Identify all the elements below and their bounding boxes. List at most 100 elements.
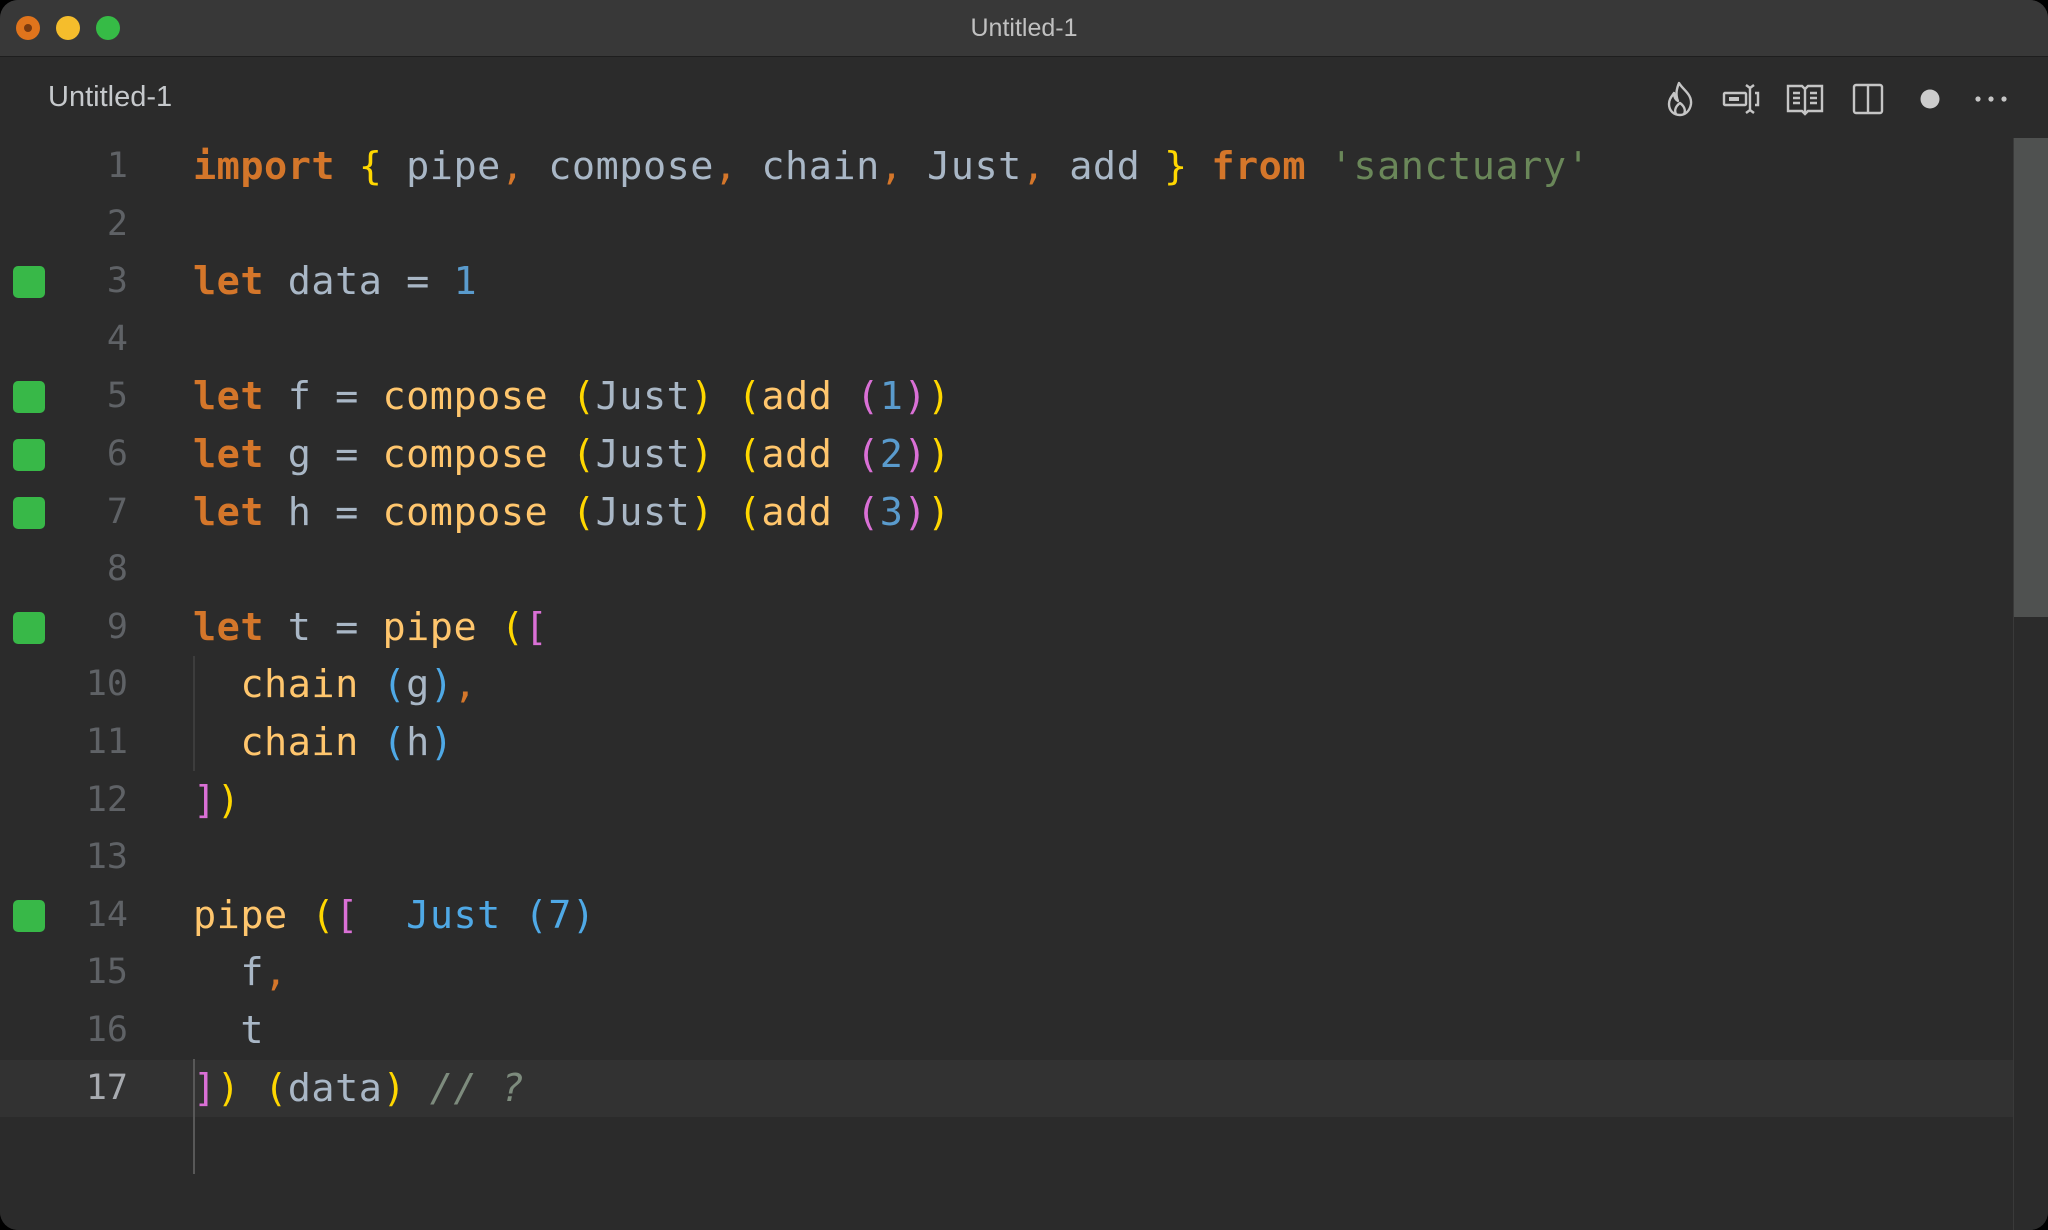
line-number: 3 [106,261,128,302]
identifier [714,490,738,535]
identifier [335,144,359,189]
code-line-16[interactable]: 16 t [0,1002,2014,1060]
code-line-6[interactable]: 6 let g = compose (Just) (add (2)) [0,426,2014,484]
number-literal: 1 [453,259,478,305]
code-line-11[interactable]: 11 chain (h) [0,714,2014,772]
identifier [359,662,383,707]
scrollbar-thumb[interactable] [2014,138,2048,617]
identifier: f [193,950,265,996]
line-number: 7 [106,491,128,532]
number-literal: 1 [879,374,904,420]
more-actions-icon[interactable] [1971,79,2011,119]
bracket: ( [856,489,880,535]
split-editor-icon[interactable] [1848,79,1888,119]
code-text[interactable]: import { pipe, compose, chain, Just, add… [193,138,1590,196]
function-name: chain [240,662,359,708]
identifier [477,605,501,650]
code-line-17[interactable]: 17]) (data) // ? [0,1059,2014,1118]
code-text[interactable]: let t = pipe ([ [193,599,548,657]
code-line-8[interactable]: 8 [0,541,2014,599]
keyword: let [193,259,265,305]
code-line-5[interactable]: 5 let f = compose (Just) (add (1)) [0,368,2014,426]
code-line-4[interactable]: 4 [0,311,2014,369]
function-name: compose [382,489,549,535]
coverage-marker[interactable] [13,496,45,529]
keyword: let [193,374,265,420]
coverage-marker[interactable] [13,439,45,471]
identifier [714,374,738,419]
code-line-14[interactable]: 14 pipe ([ Just (7) [0,887,2014,945]
input-cursor-icon[interactable] [1722,79,1762,119]
code-text[interactable]: let h = compose (Just) (add (3)) [193,484,951,542]
code-text[interactable]: t [193,1002,264,1060]
number-literal: 3 [879,489,904,535]
coverage-marker[interactable] [13,381,45,414]
identifier [714,432,738,477]
code-line-2[interactable]: 2 [0,196,2014,254]
identifier [288,893,312,938]
code-line-15[interactable]: 15 f, [0,944,2014,1002]
identifier: chain [737,144,880,189]
code-line-3[interactable]: 3 let data = 1 [0,253,2014,311]
identifier: pipe [382,144,501,189]
code-text[interactable]: let data = 1 [193,253,477,311]
bracket: ) [927,489,951,535]
bracket: ( [382,720,407,765]
identifier: g = [264,432,383,477]
bracket: ) [429,720,454,765]
line-number: 13 [85,837,128,878]
line-number: 15 [85,952,128,993]
bracket: ) [903,432,928,477]
function-name: pipe [193,892,288,938]
bracket: ( [737,489,762,535]
code-text[interactable]: let g = compose (Just) (add (2)) [193,426,951,484]
line-number: 12 [85,779,128,820]
line-number: 2 [106,203,128,244]
code-line-9[interactable]: 9 let t = pipe ([ [0,599,2014,657]
code-text[interactable]: chain (g), [193,656,477,714]
function-name: add [761,374,833,420]
open-preview-icon[interactable] [1785,79,1825,119]
code-text[interactable]: ]) [193,772,240,830]
bracket: ) [903,489,928,535]
unsaved-dot-icon[interactable] [1910,79,1950,119]
code-text[interactable]: let f = compose (Just) (add (1)) [193,368,951,426]
code-line-12[interactable]: 12]) [0,772,2014,830]
bracket: ) [690,489,714,535]
code-line-10[interactable]: 10 chain (g), [0,656,2014,714]
code-line-1[interactable]: 1 import { pipe, compose, chain, Just, ad… [0,138,2014,196]
code-text[interactable]: f, [193,944,288,1002]
punctuation: , [879,144,904,189]
vertical-scrollbar[interactable] [2013,138,2048,1230]
comment: // ? [429,1065,525,1111]
code-text[interactable]: pipe ([ Just (7) [193,887,596,945]
identifier: t = [264,604,383,650]
bracket: ( [571,489,596,535]
identifier [1188,144,1212,189]
code-line-7[interactable]: 7 let h = compose (Just) (add (3)) [0,484,2014,542]
bracket: ( [382,662,407,708]
identifier: data = [264,259,454,305]
code-text[interactable]: chain (h) [193,714,454,772]
keyword: let [193,432,265,477]
identifier [548,490,572,535]
tab-untitled-1[interactable]: Untitled-1 [48,77,172,117]
code-editor[interactable]: 17]) (data) // ? 16 t 15 f, 14 pipe ([ Just … [0,138,2048,1230]
identifier [193,720,240,765]
indent-guide [193,656,195,771]
punctuation: , [264,950,288,996]
coverage-marker[interactable] [13,899,45,932]
code-line-13[interactable]: 13 [0,829,2014,887]
identifier [406,1066,430,1111]
flame-icon[interactable] [1660,79,1700,119]
number-literal: 2 [879,432,904,477]
coverage-marker[interactable] [13,266,45,299]
bracket: ) [429,662,454,708]
coverage-marker[interactable] [13,611,45,644]
bracket: [ [524,604,549,650]
bracket: ) [903,374,928,420]
identifier: add [1045,144,1164,189]
bracket: ( [311,892,336,938]
function-name: pipe [382,604,478,650]
code-text[interactable]: ]) (data) // ? [193,1060,525,1118]
